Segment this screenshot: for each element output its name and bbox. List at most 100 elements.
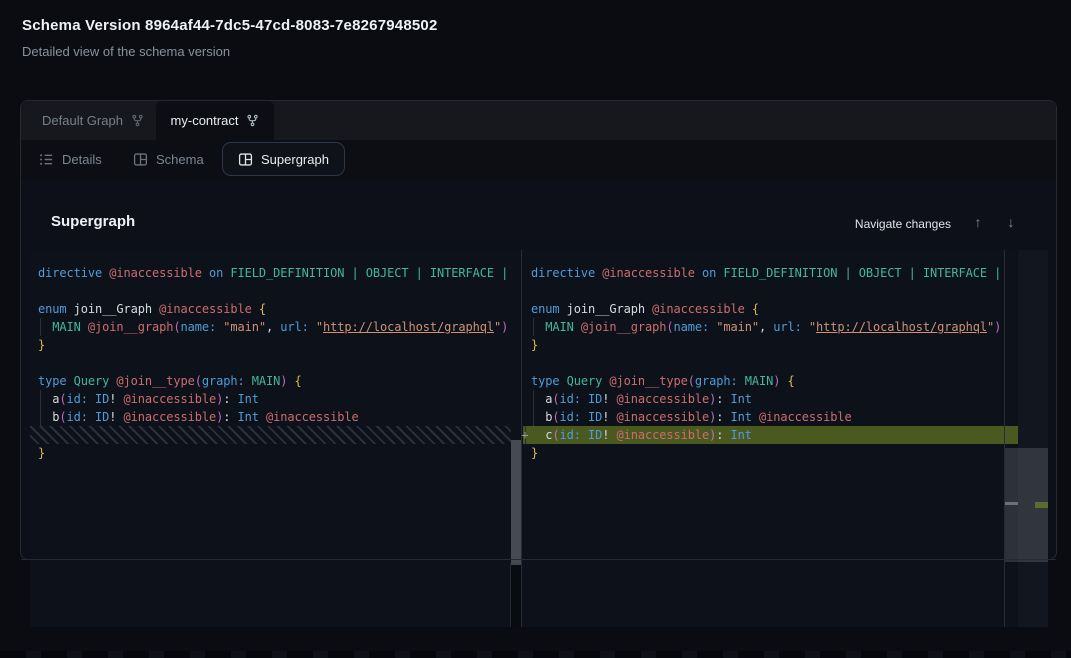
code-token: @join__graph [88,320,174,334]
navigate-previous-change-button[interactable]: ↑ [970,212,986,232]
code-token [695,266,702,280]
code-token: " [809,320,816,334]
code-token [245,374,252,388]
code-token [780,374,787,388]
code-line: a(id: ID! @inaccessible): Int [531,390,1004,408]
code-token: } [531,338,538,352]
code-token: ID [95,392,109,406]
code-token: name: [674,320,710,334]
code-line [531,354,1004,372]
code-token: { [259,302,266,316]
code-token: ( [552,392,559,406]
code-token [531,428,545,442]
code-token: | [494,266,508,280]
code-token: @join__graph [581,320,667,334]
git-fork-icon [246,114,259,127]
code-token: url: [280,320,309,334]
pane-edge-line [510,563,511,627]
page-subtitle: Detailed view of the schema version [22,44,230,59]
scrollbar-track-shadow [511,563,521,627]
original-pane-scrollbar-thumb[interactable] [511,440,521,565]
code-token [723,428,730,442]
code-token [723,410,730,424]
code-token [116,410,123,424]
code-token: FIELD_DEFINITION [230,266,344,280]
code-token: url: [773,320,802,334]
code-token: Int [731,428,752,442]
code-token: INTERFACE [923,266,987,280]
code-token: enum [531,302,560,316]
code-token: join__Graph [567,302,645,316]
subtab-label: Schema [156,152,204,167]
code-token: ID [588,410,602,424]
diff-added-line: c(id: ID! @inaccessible): Int [523,426,1004,444]
code-line: a(id: ID! @inaccessible): Int [38,390,511,408]
split-columns-icon [238,152,253,167]
code-token: MAIN [252,374,281,388]
ruler-added-change-marker [1035,502,1048,508]
navigate-next-change-button[interactable]: ↓ [1003,212,1019,232]
code-token: INTERFACE [430,266,494,280]
code-token: MAIN [52,320,81,334]
graph-tabs-bar: Default Graph my-contract [21,101,1056,140]
code-line: enum join__Graph @inaccessible { [531,300,1004,318]
modified-pane-right-border [1004,250,1005,627]
code-line: directive @inaccessible on FIELD_DEFINIT… [38,264,511,282]
code-token [560,302,567,316]
code-token [259,410,266,424]
code-token [67,374,74,388]
code-token: ( [552,410,559,424]
code-token: id: [67,392,88,406]
code-token [202,266,209,280]
code-token [252,302,259,316]
git-fork-icon [131,114,144,127]
code-token: } [38,338,45,352]
indent-guide [533,318,534,336]
code-token [309,320,316,334]
code-token: name: [181,320,217,334]
code-token [581,392,588,406]
code-token: ( [195,374,202,388]
code-token [574,320,581,334]
code-token [609,392,616,406]
code-token: @inaccessible [759,410,852,424]
overview-ruler[interactable] [1018,250,1048,627]
diff-original-pane[interactable]: directive @inaccessible on FIELD_DEFINIT… [30,250,511,627]
code-line: b(id: ID! @inaccessible): Int @inaccessi… [531,408,1004,426]
subtab-details[interactable]: Details [39,140,102,179]
code-token: on [702,266,716,280]
code-token: Query [567,374,603,388]
tab-label: my-contract [171,113,239,128]
code-token: " [316,320,323,334]
code-line: MAIN @join__graph(name: "main", url: "ht… [531,318,1004,336]
code-token: ( [59,392,66,406]
code-line: enum join__Graph @inaccessible { [38,300,511,318]
code-token: ( [666,320,673,334]
diff-modified-pane[interactable]: directive @inaccessible on FIELD_DEFINIT… [523,250,1004,627]
tab-my-contract[interactable]: my-contract [156,101,274,140]
code-line: } [38,336,511,354]
code-token: OBJECT [859,266,902,280]
code-token: ( [552,428,559,442]
code-token [581,410,588,424]
code-token: | [837,266,858,280]
code-token: on [209,266,223,280]
code-token: ) [501,320,508,334]
subtab-supergraph[interactable]: Supergraph [222,142,345,176]
code-line: MAIN @join__graph(name: "main", url: "ht… [38,318,511,336]
code-line [38,282,511,300]
subtab-schema[interactable]: Schema [133,140,204,179]
code-token: { [788,374,795,388]
code-line: b(id: ID! @inaccessible): Int @inaccessi… [38,408,511,426]
code-token: } [531,446,538,460]
code-token: @inaccessible [159,302,252,316]
tab-default-graph[interactable]: Default Graph [21,101,158,140]
indent-guide [40,390,41,408]
code-token: MAIN [745,374,774,388]
list-icon [39,152,54,167]
code-line [531,282,1004,300]
code-token [230,410,237,424]
code-token [230,392,237,406]
code-token: Int [238,392,259,406]
code-token: ID [588,428,602,442]
